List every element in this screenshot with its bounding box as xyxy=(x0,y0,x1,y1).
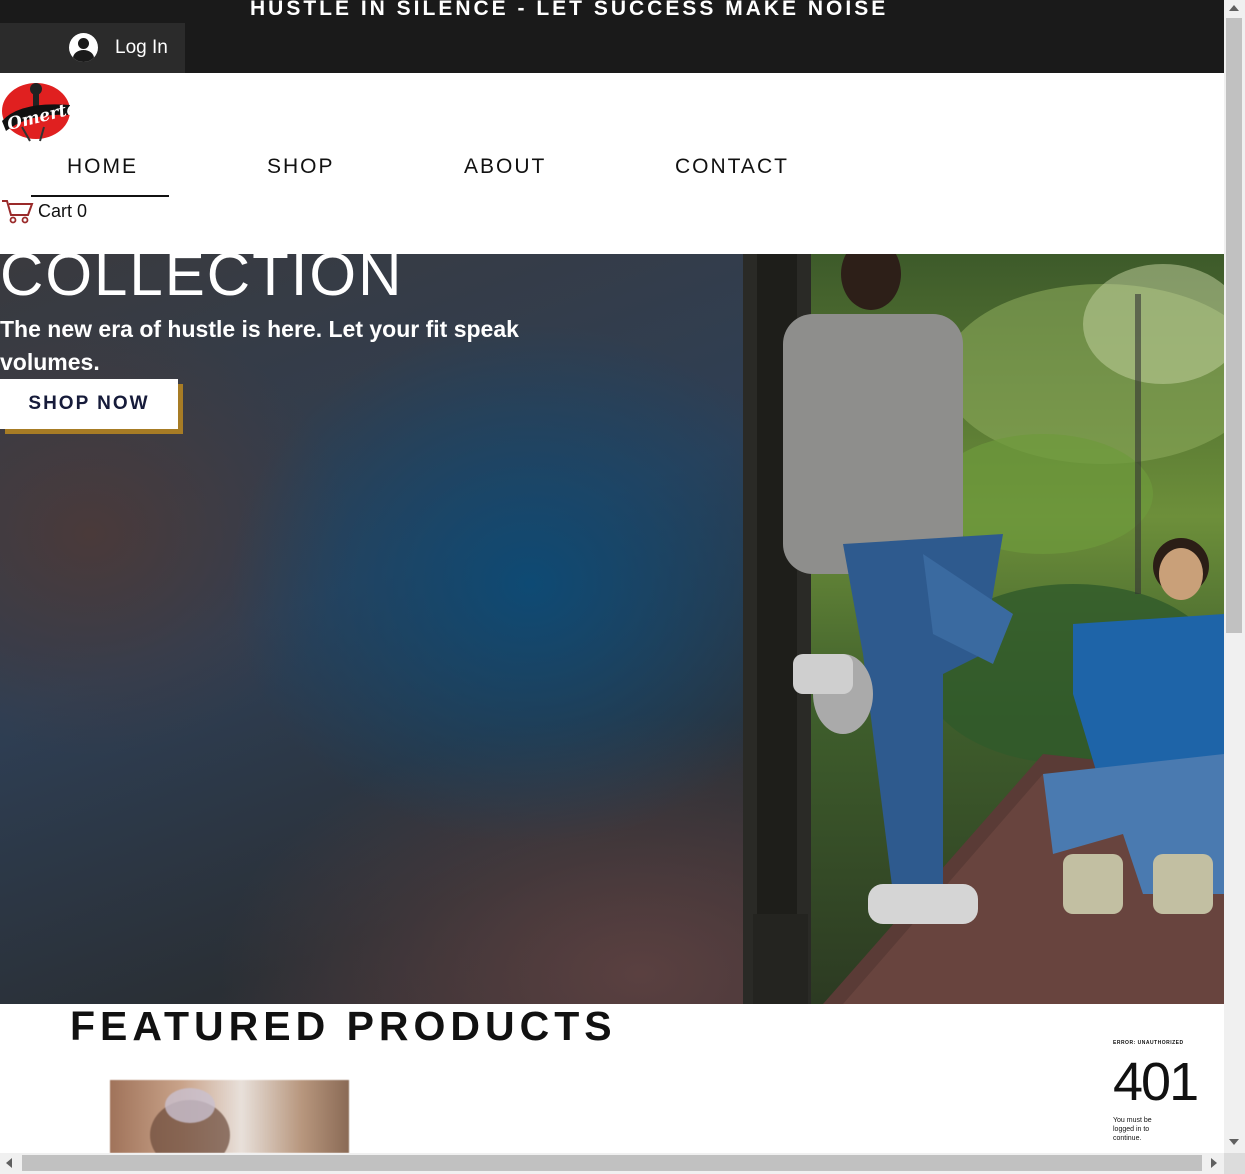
cart-label: Cart 0 xyxy=(38,200,88,221)
vertical-scrollbar[interactable] xyxy=(1224,0,1245,1153)
error-widget: ERROR: UNAUTHORIZED 401 You must be logg… xyxy=(1113,1040,1213,1143)
nav-shop[interactable]: SHOP xyxy=(267,155,335,179)
page: HUSTLE IN SILENCE - LET SUCCESS MAKE NOI… xyxy=(0,0,1245,1174)
login-label: Log In xyxy=(115,37,168,58)
horizontal-scrollbar[interactable] xyxy=(0,1153,1224,1174)
vertical-scroll-thumb[interactable] xyxy=(1226,18,1242,633)
error-label: ERROR: UNAUTHORIZED xyxy=(1113,1040,1184,1046)
login-button[interactable]: Log In xyxy=(0,23,185,73)
hero-subtitle: The new era of hustle is here. Let your … xyxy=(0,316,519,375)
cart-button[interactable]: Cart 0 xyxy=(0,198,87,224)
brand-logo[interactable]: Omerta xyxy=(0,75,79,145)
hero-photo xyxy=(743,254,1224,1004)
nav-about[interactable]: ABOUT xyxy=(464,155,546,179)
product-thumbnail[interactable] xyxy=(110,1080,349,1153)
nav-contact[interactable]: CONTACT xyxy=(675,155,789,179)
shopping-cart-icon xyxy=(2,200,34,224)
scroll-down-arrow-icon[interactable] xyxy=(1229,1139,1239,1145)
scroll-left-arrow-icon[interactable] xyxy=(6,1158,12,1168)
hero-section: COLLECTION The new era of hustle is here… xyxy=(0,254,1224,1004)
scrollbar-corner xyxy=(1224,1153,1245,1174)
nav-home[interactable]: HOME xyxy=(67,155,138,179)
scroll-right-arrow-icon[interactable] xyxy=(1211,1158,1217,1168)
tagline: HUSTLE IN SILENCE - LET SUCCESS MAKE NOI… xyxy=(250,0,889,20)
top-bar: HUSTLE IN SILENCE - LET SUCCESS MAKE NOI… xyxy=(0,0,1224,73)
site-header: Omerta HOME SHOP ABOUT CONTACT Cart 0 xyxy=(0,73,1224,254)
user-avatar-icon xyxy=(69,33,98,62)
hero-title: COLLECTION xyxy=(0,254,404,308)
shop-now-button[interactable]: SHOP NOW xyxy=(0,379,178,429)
active-nav-underline xyxy=(31,195,169,197)
error-message: You must be logged in to continue. xyxy=(1113,1117,1152,1142)
error-code: 401 xyxy=(1113,1052,1199,1112)
featured-products-title: FEATURED PRODUCTS xyxy=(70,1003,617,1049)
scroll-up-arrow-icon[interactable] xyxy=(1229,5,1239,11)
horizontal-scroll-thumb[interactable] xyxy=(22,1155,1202,1171)
